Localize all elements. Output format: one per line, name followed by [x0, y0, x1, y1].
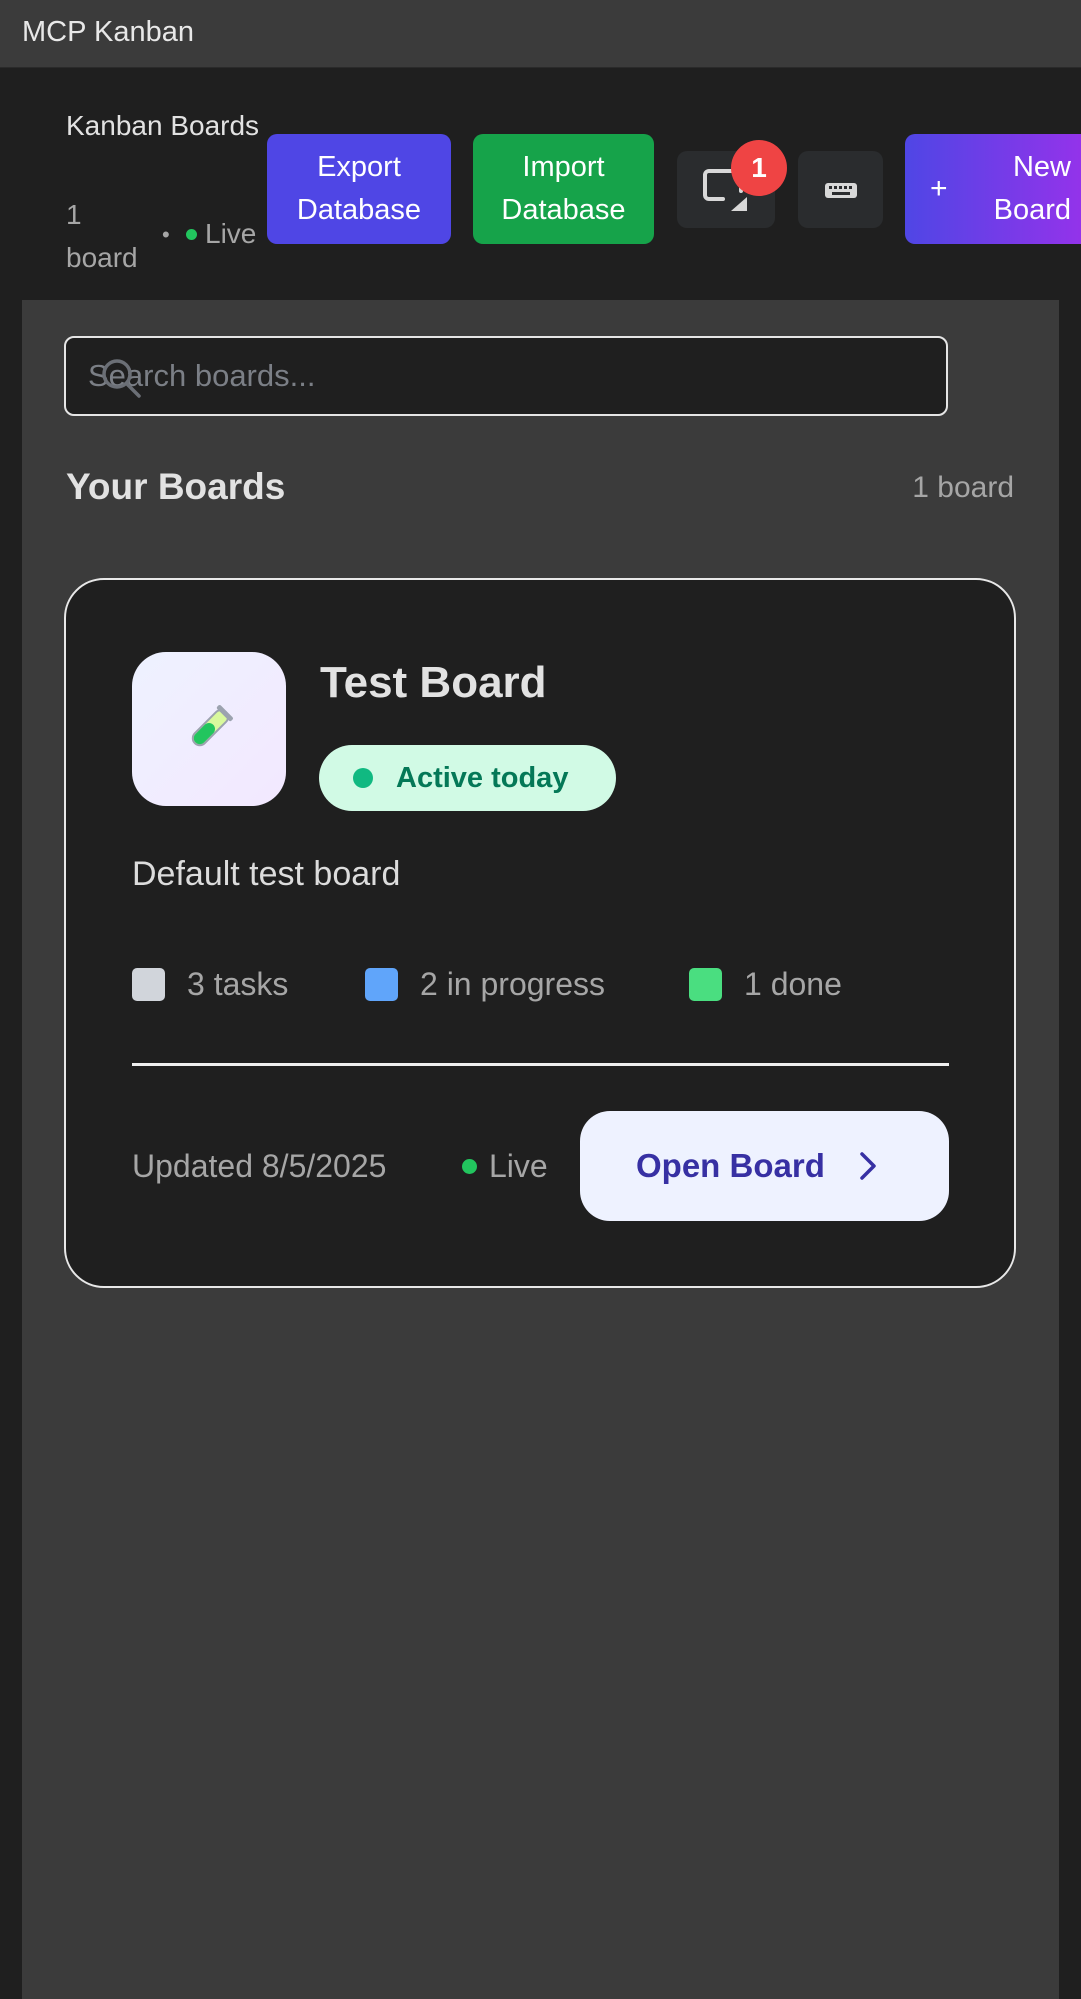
open-board-label: Open Board	[636, 1147, 825, 1184]
test-tube-icon	[191, 705, 233, 747]
board-updated: Updated 8/5/2025	[132, 1148, 387, 1184]
plus-icon: +	[930, 172, 948, 205]
live-dot-icon	[462, 1159, 477, 1174]
board-status-badge: Active today	[319, 745, 616, 811]
section-title: Your Boards	[66, 466, 286, 507]
stat-tasks: 3 tasks	[132, 966, 288, 1003]
header-live-label: Live	[205, 218, 257, 249]
board-live-status: Live	[462, 1148, 548, 1185]
board-status-label: Active today	[396, 761, 569, 794]
card-divider	[132, 1063, 949, 1066]
section-board-count: 1 board	[912, 471, 1014, 504]
stat-done: 1 done	[689, 966, 842, 1003]
chevron-right-icon	[860, 1152, 876, 1180]
keyboard-shortcuts-button[interactable]	[798, 151, 883, 228]
notification-badge: 1	[731, 140, 787, 196]
meta-separator: •	[162, 222, 170, 247]
export-database-button[interactable]: Export Database	[267, 134, 451, 244]
keyboard-icon	[824, 182, 857, 198]
search-icon	[102, 359, 141, 398]
live-dot-icon	[186, 228, 197, 240]
board-live-label: Live	[489, 1148, 548, 1184]
brand-title: Kanban Boards	[66, 110, 260, 141]
stat-tasks-label: 3 tasks	[187, 966, 289, 1002]
status-dot-icon	[353, 768, 373, 788]
done-swatch-icon	[689, 968, 722, 1001]
export-database-label: Export Database	[296, 151, 422, 226]
new-board-button[interactable]: + New Board	[905, 134, 1081, 244]
stat-in-progress-label: 2 in progress	[420, 966, 605, 1002]
title-bar: MCP Kanban	[0, 0, 1081, 68]
stat-in-progress: 2 in progress	[365, 966, 605, 1003]
board-description: Default test board	[132, 855, 401, 893]
header-board-count: 1 board	[66, 199, 138, 273]
import-database-label: Import Database	[501, 151, 626, 226]
search-input[interactable]: Search boards...	[64, 336, 948, 416]
stat-done-label: 1 done	[744, 966, 842, 1002]
progress-swatch-icon	[365, 968, 398, 1001]
open-board-button[interactable]: Open Board	[580, 1111, 949, 1221]
header-live-status: Live	[186, 218, 256, 250]
new-board-label: New Board	[993, 151, 1071, 226]
board-icon	[132, 652, 286, 806]
app-title: MCP Kanban	[22, 16, 194, 48]
import-database-button[interactable]: Import Database	[473, 134, 654, 244]
tasks-swatch-icon	[132, 968, 165, 1001]
board-title: Test Board	[320, 658, 547, 707]
